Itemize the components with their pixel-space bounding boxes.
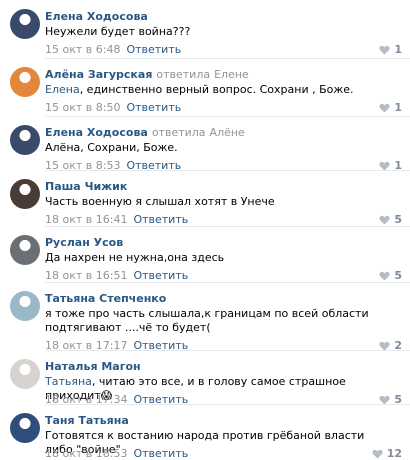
comment-header: Елена Ходосова ответила Алёне — [45, 126, 245, 139]
comment-body: Да нахрен не нужна,она здесь — [45, 251, 225, 264]
comment-body: я тоже про часть слышала,к границам по в… — [45, 307, 369, 334]
avatar[interactable] — [10, 235, 40, 265]
like-count: 1 — [394, 43, 402, 56]
comment: Наталья Магон Татьяна, читаю это все, и в… — [0, 350, 410, 406]
comment-header: Таня Татьяна — [45, 414, 129, 427]
comment-divider — [45, 170, 410, 171]
heart-icon — [372, 449, 383, 459]
comment-divider — [45, 226, 410, 227]
comment-date[interactable]: 15 окт в 8:50 — [45, 101, 120, 114]
comment-meta: 18 окт в 16:51 Ответить — [45, 269, 188, 282]
comment-date[interactable]: 18 окт в 16:51 — [45, 269, 127, 282]
comment-header: Алёна Загурская ответила Елене — [45, 68, 249, 81]
comment: Татьяна Степченко я тоже про часть слышал… — [0, 282, 410, 352]
author-name[interactable]: Елена Ходосова — [45, 126, 148, 139]
comment-text: я тоже про часть слышала,к границам по в… — [45, 307, 385, 335]
like-count: 12 — [386, 447, 402, 460]
author-name[interactable]: Алёна Загурская — [45, 68, 152, 81]
comment-header: Татьяна Степченко — [45, 292, 166, 305]
comment-divider — [45, 58, 410, 59]
reply-button[interactable]: Ответить — [133, 269, 188, 282]
comment-text: Алёна, Сохрани, Боже. — [45, 141, 385, 155]
avatar[interactable] — [10, 359, 40, 389]
avatar[interactable] — [10, 67, 40, 97]
like-count: 5 — [394, 269, 402, 282]
like-count: 5 — [394, 213, 402, 226]
comment-date[interactable]: 18 окт в 16:41 — [45, 213, 127, 226]
avatar[interactable] — [10, 413, 40, 443]
author-name[interactable]: Татьяна Степченко — [45, 292, 166, 305]
comment-header: Паша Чижик — [45, 180, 127, 193]
comment-header: Наталья Магон — [45, 360, 141, 373]
like-button[interactable]: 1 — [379, 101, 402, 114]
heart-icon — [379, 341, 390, 351]
heart-icon — [379, 395, 390, 405]
author-name[interactable]: Елена Ходосова — [45, 10, 148, 23]
comment-body: , единственно верный вопрос. Сохрани , Б… — [79, 83, 354, 96]
author-name[interactable]: Руслан Усов — [45, 236, 123, 249]
comment-text: Да нахрен не нужна,она здесь — [45, 251, 385, 265]
comment-body: Часть военную я слышал хотят в Унече — [45, 195, 275, 208]
comment-text: Часть военную я слышал хотят в Унече — [45, 195, 385, 209]
comment: Елена Ходосова ответила Алёне Алёна, Сохран… — [0, 116, 410, 172]
author-name[interactable]: Таня Татьяна — [45, 414, 129, 427]
comment-text: Неужели будет война??? — [45, 25, 385, 39]
comment-divider — [45, 404, 410, 405]
comment: Алёна Загурская ответила Елене Елена, единс… — [0, 58, 410, 116]
reply-to[interactable]: Алёне — [210, 126, 245, 139]
comment-divider — [45, 282, 410, 283]
like-button[interactable]: 5 — [379, 213, 402, 226]
reply-button[interactable]: Ответить — [133, 213, 188, 226]
comment: Паша Чижик Часть военную я слышал хотят в… — [0, 170, 410, 226]
comment-date[interactable]: 18 окт в 18:53 — [45, 447, 127, 460]
comment-header: Елена Ходосова — [45, 10, 148, 23]
comment: Таня Татьяна Готовятся к востанию народа … — [0, 404, 410, 460]
reply-button[interactable]: Ответить — [126, 101, 181, 114]
comment-body: Алёна, Сохрани, Боже. — [45, 141, 178, 154]
heart-icon — [379, 161, 390, 171]
like-button[interactable]: 1 — [379, 43, 402, 56]
reply-action: ответила — [151, 126, 206, 139]
avatar[interactable] — [10, 179, 40, 209]
reply-to[interactable]: Елене — [214, 68, 249, 81]
author-name[interactable]: Паша Чижик — [45, 180, 127, 193]
comment: Руслан Усов Да нахрен не нужна,она здесь 1… — [0, 226, 410, 282]
author-name[interactable]: Наталья Магон — [45, 360, 141, 373]
like-count: 1 — [394, 101, 402, 114]
comment-meta: 15 окт в 6:48 Ответить — [45, 43, 181, 56]
heart-icon — [379, 103, 390, 113]
comment-text: Елена, единственно верный вопрос. Сохран… — [45, 83, 385, 97]
comment-divider — [45, 116, 410, 117]
avatar[interactable] — [10, 9, 40, 39]
mention-link[interactable]: Татьяна — [45, 375, 92, 388]
comment-date[interactable]: 15 окт в 6:48 — [45, 43, 120, 56]
comment-divider — [45, 350, 410, 351]
mention-link[interactable]: Елена — [45, 83, 80, 96]
like-button[interactable]: 5 — [379, 269, 402, 282]
comments-feed: Елена Ходосова Неужели будет война??? 15 о… — [0, 0, 410, 460]
heart-icon — [379, 271, 390, 281]
heart-icon — [379, 215, 390, 225]
comment-meta: 18 окт в 16:41 Ответить — [45, 213, 188, 226]
reply-button[interactable]: Ответить — [133, 447, 188, 460]
heart-icon — [379, 45, 390, 55]
comment-header: Руслан Усов — [45, 236, 123, 249]
avatar[interactable] — [10, 125, 40, 155]
comment-meta: 15 окт в 8:50 Ответить — [45, 101, 181, 114]
comment: Елена Ходосова Неужели будет война??? 15 о… — [0, 0, 410, 58]
like-button[interactable]: 12 — [372, 447, 402, 460]
reply-button[interactable]: Ответить — [126, 43, 181, 56]
comment-meta: 18 окт в 18:53 Ответить — [45, 447, 188, 460]
comment-body: Неужели будет война??? — [45, 25, 191, 38]
avatar[interactable] — [10, 291, 40, 321]
reply-action: ответила — [156, 68, 211, 81]
